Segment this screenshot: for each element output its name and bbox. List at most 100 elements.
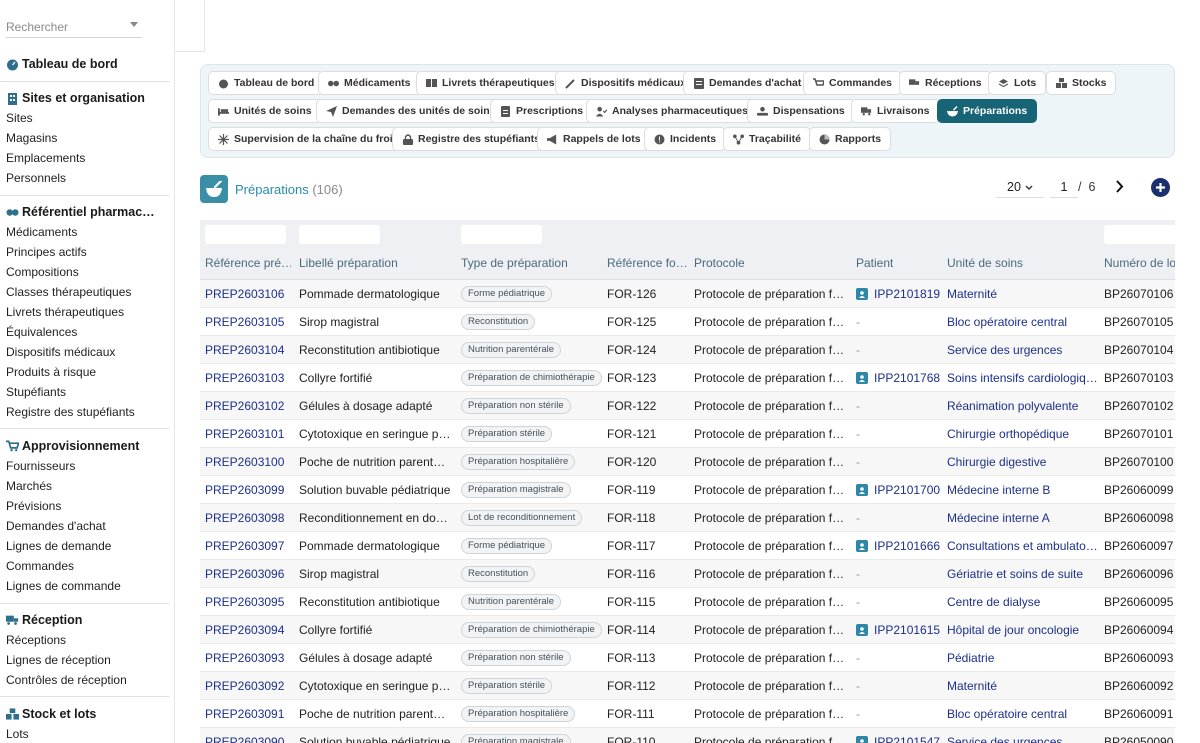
col-header-libelle[interactable]: Libellé préparation	[299, 256, 398, 270]
cell-patient[interactable]: IPP2101700	[856, 476, 940, 504]
search-input[interactable]: Rechercher	[6, 18, 142, 38]
nav-head-stock[interactable]: Stock et lots	[0, 704, 170, 724]
cell-reference[interactable]: PREP2603097	[205, 532, 295, 560]
tab-receptions[interactable]: Réceptions	[899, 71, 992, 95]
nav-head-referentiel[interactable]: Référentiel pharmac…	[0, 202, 170, 222]
cell-unite-soins[interactable]: Médecine interne B	[947, 476, 1099, 504]
table-row[interactable]: PREP2603106 Pommade dermatologique Forme p…	[200, 280, 1175, 308]
sidebar-item-controles-reception[interactable]: Contrôles de réception	[0, 670, 170, 690]
table-row[interactable]: PREP2603094 Collyre fortifié Préparation d…	[200, 616, 1175, 644]
table-row[interactable]: PREP2603098 Reconditionnement en dose… Lot…	[200, 504, 1175, 532]
sidebar-item-demandes-achat[interactable]: Demandes d'achat	[0, 516, 170, 536]
col-header-type[interactable]: Type de préparation	[461, 256, 568, 270]
cell-unite-soins[interactable]: Centre de dialyse	[947, 588, 1099, 616]
cell-patient[interactable]: IPP2101615	[856, 616, 940, 644]
tab-preparations[interactable]: Préparations	[937, 99, 1038, 123]
patient-id[interactable]: IPP2101615	[874, 623, 940, 637]
sidebar-item-lignes-demande[interactable]: Lignes de demande	[0, 536, 170, 556]
tab-demandes-achat[interactable]: Demandes d'achat	[683, 71, 812, 95]
cell-unite-soins[interactable]: Pédiatrie	[947, 644, 1099, 672]
nav-head-sites[interactable]: Sites et organisation	[0, 88, 170, 108]
cell-reference[interactable]: PREP2603105	[205, 308, 295, 336]
patient-id[interactable]: IPP2101700	[874, 483, 940, 497]
cell-reference[interactable]: PREP2603100	[205, 448, 295, 476]
cell-patient[interactable]: IPP2101768	[856, 364, 940, 392]
col-header-unite-soins[interactable]: Unité de soins	[947, 256, 1023, 270]
table-row[interactable]: PREP2603093 Gélules à dosage adapté Prépar…	[200, 644, 1175, 672]
nav-head-dashboard[interactable]: Tableau de bord	[0, 54, 170, 74]
cell-reference[interactable]: PREP2603092	[205, 672, 295, 700]
sidebar-item-previsions[interactable]: Prévisions	[0, 496, 170, 516]
page-size-select[interactable]: 20	[996, 176, 1044, 198]
table-row[interactable]: PREP2603095 Reconstitution antibiotique Nu…	[200, 588, 1175, 616]
tab-livraisons[interactable]: Livraisons	[851, 99, 940, 123]
cell-reference[interactable]: PREP2603096	[205, 560, 295, 588]
col-header-reference[interactable]: Référence pré…	[205, 256, 291, 270]
table-row[interactable]: PREP2603092 Cytotoxique en seringue prê… P…	[200, 672, 1175, 700]
cell-reference[interactable]: PREP2603098	[205, 504, 295, 532]
sidebar-item-registre-stupefiants[interactable]: Registre des stupéfiants	[0, 402, 170, 422]
col-header-numero-lot[interactable]: Numéro de lot	[1104, 256, 1175, 270]
sidebar-item-equivalences[interactable]: Équivalences	[0, 322, 170, 342]
tab-medicaments[interactable]: Médicaments	[318, 71, 421, 95]
sidebar-item-sites[interactable]: Sites	[0, 108, 170, 128]
tab-rappels-de-lots[interactable]: Rappels de lots	[537, 127, 651, 151]
cell-reference[interactable]: PREP2603102	[205, 392, 295, 420]
sidebar-item-livrets-therapeutiques[interactable]: Livrets thérapeutiques	[0, 302, 170, 322]
cell-unite-soins[interactable]: Hôpital de jour oncologie	[947, 616, 1099, 644]
patient-id[interactable]: IPP2101768	[874, 371, 940, 385]
sidebar-item-produits-a-risque[interactable]: Produits à risque	[0, 362, 170, 382]
current-page-input[interactable]: 1	[1050, 176, 1078, 198]
table-row[interactable]: PREP2603102 Gélules à dosage adapté Prépar…	[200, 392, 1175, 420]
cell-unite-soins[interactable]: Consultations et ambulatoire	[947, 532, 1099, 560]
filter-input-type[interactable]	[461, 225, 542, 244]
sidebar-item-receptions[interactable]: Réceptions	[0, 630, 170, 650]
sidebar-item-principes-actifs[interactable]: Principes actifs	[0, 242, 170, 262]
cell-reference[interactable]: PREP2603104	[205, 336, 295, 364]
tab-unites-de-soins[interactable]: Unités de soins	[208, 99, 322, 123]
tab-tableau-de-bord[interactable]: Tableau de bord	[208, 71, 325, 95]
patient-id[interactable]: IPP2101547	[874, 735, 940, 743]
tab-dispensations[interactable]: Dispensations	[747, 99, 855, 123]
filter-input-reference[interactable]	[205, 225, 286, 244]
tab-analyses-pharmaceutiques[interactable]: Analyses pharmaceutiques	[586, 99, 758, 123]
cell-reference[interactable]: PREP2603099	[205, 476, 295, 504]
add-button[interactable]	[1151, 178, 1170, 197]
nav-head-reception[interactable]: Réception	[0, 610, 170, 630]
cell-unite-soins[interactable]: Soins intensifs cardiologiques	[947, 364, 1099, 392]
table-row[interactable]: PREP2603090 Solution buvable pédiatrique P…	[200, 728, 1175, 743]
next-page-button[interactable]	[1112, 178, 1126, 194]
tab-supervision-chaine-froid[interactable]: Supervision de la chaîne du froid	[208, 127, 410, 151]
sidebar-item-emplacements[interactable]: Emplacements	[0, 148, 170, 168]
table-row[interactable]: PREP2603096 Sirop magistral Reconstitution…	[200, 560, 1175, 588]
tab-commandes[interactable]: Commandes	[803, 71, 903, 95]
cell-unite-soins[interactable]: Bloc opératoire central	[947, 700, 1099, 728]
table-row[interactable]: PREP2603099 Solution buvable pédiatrique P…	[200, 476, 1175, 504]
sidebar-item-commandes[interactable]: Commandes	[0, 556, 170, 576]
cell-unite-soins[interactable]: Maternité	[947, 280, 1099, 308]
cell-unite-soins[interactable]: Médecine interne A	[947, 504, 1099, 532]
table-row[interactable]: PREP2603104 Reconstitution antibiotique Nu…	[200, 336, 1175, 364]
cell-patient[interactable]: IPP2101666	[856, 532, 940, 560]
cell-reference[interactable]: PREP2603103	[205, 364, 295, 392]
tab-lots[interactable]: Lots	[988, 71, 1047, 95]
cell-unite-soins[interactable]: Service des urgences	[947, 336, 1099, 364]
tab-stocks[interactable]: Stocks	[1046, 71, 1117, 95]
sidebar-item-lignes-commande[interactable]: Lignes de commande	[0, 576, 170, 596]
cell-unite-soins[interactable]: Gériatrie et soins de suite	[947, 560, 1099, 588]
filter-input-libelle[interactable]	[299, 225, 380, 244]
table-row[interactable]: PREP2603097 Pommade dermatologique Forme p…	[200, 532, 1175, 560]
tab-registre-stupefiants[interactable]: Registre des stupéfiants	[392, 127, 550, 151]
col-header-reference-formule[interactable]: Référence fo…	[607, 256, 687, 270]
cell-reference[interactable]: PREP2603091	[205, 700, 295, 728]
sidebar-item-magasins[interactable]: Magasins	[0, 128, 170, 148]
sidebar-item-stupefiants[interactable]: Stupéfiants	[0, 382, 170, 402]
cell-patient[interactable]: IPP2101819	[856, 280, 940, 308]
tab-tracabilite[interactable]: Traçabilité	[723, 127, 811, 151]
tab-dispositifs-medicaux[interactable]: Dispositifs médicaux	[555, 71, 697, 95]
tab-prescriptions[interactable]: Prescriptions	[490, 99, 594, 123]
sidebar-item-dispositifs-medicaux[interactable]: Dispositifs médicaux	[0, 342, 170, 362]
table-row[interactable]: PREP2603091 Poche de nutrition parentéral…	[200, 700, 1175, 728]
sidebar-item-medicaments[interactable]: Médicaments	[0, 222, 170, 242]
chevron-down-icon[interactable]	[130, 22, 138, 27]
